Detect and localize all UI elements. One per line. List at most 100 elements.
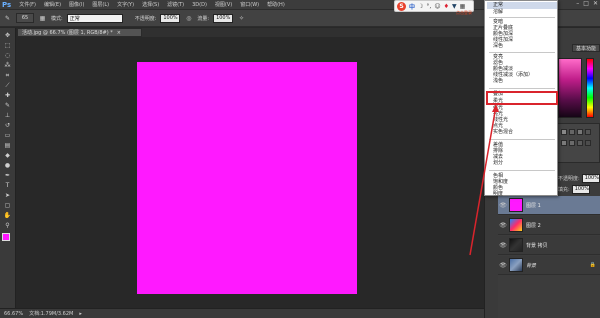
black-white-icon[interactable] [585,140,591,146]
shape-tool-icon[interactable]: ▢ [2,201,14,210]
visibility-eye-icon[interactable]: 👁 [498,202,508,209]
layer-opacity-input[interactable]: 100% [581,173,600,183]
menu-type[interactable]: 文字(Y) [113,1,138,8]
moon-icon[interactable]: ☽ [418,3,423,10]
layer-opacity-label: 不透明度: [558,175,580,182]
blur-tool-icon[interactable]: ◆ [2,151,14,160]
maximize-icon[interactable]: □ [583,0,589,7]
voice-icon[interactable]: ♦ [444,3,449,10]
blend-normal[interactable]: 正常 [487,2,557,9]
tools-panel: ✥ ⬚ ◌ ⁂ ⌗ ⟋ ✚ ✎ ⊥ ↺ ▭ ▤ ◆ ● ✒ T ➤ ▢ ✋ ⚲ [0,28,16,308]
blend-darker-color[interactable]: 深色 [493,43,555,50]
document-info: 文档:1.79M/3.62M [29,311,74,317]
visibility-eye-icon[interactable]: 👁 [498,242,508,249]
pen-tool-icon[interactable]: ✒ [2,171,14,180]
blend-lighter-color[interactable]: 浅色 [493,78,555,85]
shirt-icon[interactable]: ▼ [452,3,457,10]
menu-view[interactable]: 视图(V) [211,1,236,8]
sogou-logo-icon[interactable]: S [397,1,406,11]
toolbox-icon[interactable]: ▦ [460,3,466,10]
opacity-label: 不透明度: [134,15,157,22]
zoom-level[interactable]: 66.67% [4,311,23,317]
blend-luminosity[interactable]: 明度 [493,191,555,198]
layer-fill-input[interactable]: 100% [571,184,590,194]
blend-divide[interactable]: 划分 [493,160,555,167]
hand-tool-icon[interactable]: ✋ [2,211,14,220]
foreground-color-swatch[interactable] [1,233,10,241]
marquee-tool-icon[interactable]: ⬚ [2,41,14,50]
layer-row-layer2[interactable]: 👁 图层 2 [498,216,600,235]
minimize-icon[interactable]: – [576,0,579,7]
history-brush-icon[interactable]: ↺ [2,121,14,130]
color-balance-icon[interactable] [577,140,583,146]
emoji-icon[interactable]: ☺ [434,3,440,10]
levels-icon[interactable] [569,129,575,135]
layer-fill-value: 100% [574,186,589,192]
clone-stamp-icon[interactable]: ⊥ [2,111,14,120]
type-tool-icon[interactable]: T [2,181,14,190]
visibility-eye-icon[interactable]: 👁 [498,262,508,269]
quick-select-tool-icon[interactable]: ⁂ [2,61,14,70]
blend-dissolve[interactable]: 溶解 [493,9,555,16]
hue-sat-icon[interactable] [569,140,575,146]
menu-filter[interactable]: 滤镜(T) [163,1,188,8]
menu-layer[interactable]: 图层(L) [88,1,113,8]
menu-image[interactable]: 图像(I) [65,1,88,8]
gradient-tool-icon[interactable]: ▤ [2,141,14,150]
ime-language-toggle[interactable]: 中 [409,2,415,11]
mode-select[interactable]: 正常 [66,13,123,23]
menu-separator [489,52,555,53]
menu-help[interactable]: 帮助(H) [263,1,289,8]
brush-tool-icon[interactable]: ✎ [3,14,12,23]
punctuation-icon[interactable]: °, [426,3,431,10]
menu-select[interactable]: 选择(S) [138,1,163,8]
zoom-tool-icon[interactable]: ⚲ [2,221,14,230]
curves-icon[interactable] [577,129,583,135]
menu-file[interactable]: 文件(F) [15,1,40,8]
layer-name: 背景 [526,262,537,269]
layer-row-background-copy[interactable]: 👁 背景 拷贝 [498,236,600,255]
document-close-icon[interactable]: × [117,30,121,36]
layer-thumbnail [509,258,523,272]
lasso-tool-icon[interactable]: ◌ [2,51,14,60]
menu-separator [489,170,555,171]
move-tool-icon[interactable]: ✥ [2,31,14,40]
color-swatches [1,233,14,247]
menu-separator [489,139,555,140]
opacity-input[interactable]: 100% [160,13,181,23]
menu-3d[interactable]: 3D(D) [188,2,211,8]
layer-thumbnail [509,198,523,212]
dodge-tool-icon[interactable]: ● [2,161,14,170]
vibrance-icon[interactable] [561,140,567,146]
mode-value: 正常 [69,15,80,22]
ime-login-label[interactable]: 点击登录 [456,10,472,16]
workspace-switcher[interactable]: 基本功能 [572,44,600,52]
path-select-icon[interactable]: ➤ [2,191,14,200]
layer-row-background[interactable]: 👁 背景 🔒 [498,256,600,275]
close-icon[interactable]: ✕ [593,0,598,7]
status-arrow-icon[interactable]: ▸ [79,311,82,317]
menu-edit[interactable]: 编辑(E) [40,1,65,8]
visibility-eye-icon[interactable]: 👁 [498,222,508,229]
healing-brush-icon[interactable]: ✚ [2,91,14,100]
layer-row-layer1[interactable]: 👁 图层 1 [498,196,600,215]
hue-slider[interactable] [586,58,594,118]
blend-hard-mix[interactable]: 实色混合 [493,129,555,136]
eraser-tool-icon[interactable]: ▭ [2,131,14,140]
pressure-opacity-icon[interactable]: ◎ [184,14,193,23]
crop-tool-icon[interactable]: ⌗ [2,71,14,80]
menu-separator [489,88,555,89]
flow-value: 100% [216,15,231,21]
exposure-icon[interactable] [585,129,591,135]
airbrush-icon[interactable]: ✧ [237,14,246,23]
brush-tool-active-icon[interactable]: ✎ [2,101,14,110]
brush-panel-icon[interactable]: ▦ [38,14,47,23]
brush-size-picker[interactable]: 65 [16,13,34,23]
menu-window[interactable]: 窗口(W) [236,1,263,8]
brightness-icon[interactable] [561,129,567,135]
flow-input[interactable]: 100% [213,13,234,23]
magenta-canvas[interactable] [137,62,357,294]
eyedropper-tool-icon[interactable]: ⟋ [2,81,14,90]
color-picker-field[interactable] [558,58,582,118]
document-tab[interactable]: 活动.jpg @ 66.7% (图层 1, RGB/8#) * × [17,28,142,37]
